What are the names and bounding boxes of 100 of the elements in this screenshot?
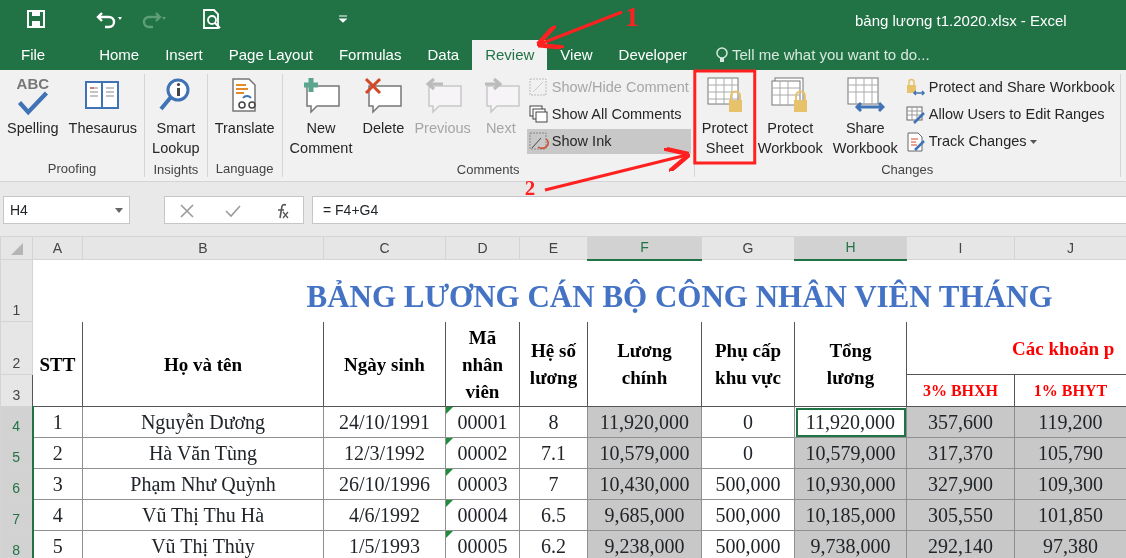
- ribbon-tab[interactable]: Insert: [152, 40, 216, 70]
- table-cell: 2: [32, 437, 83, 469]
- group-label: Comments: [455, 161, 521, 178]
- table-cell: 305,550: [906, 499, 1015, 531]
- column-header[interactable]: E: [519, 236, 588, 260]
- table-cell: 11,920,000: [794, 406, 907, 438]
- ribbon-button[interactable]: Show All Comments: [526, 102, 691, 127]
- ribbon-tab[interactable]: Data: [414, 40, 473, 70]
- save-icon: [26, 9, 46, 29]
- table-cell: 7.1: [519, 437, 588, 469]
- table-cell: 4/6/1992: [323, 499, 446, 531]
- formula-field[interactable]: = F4+G4: [312, 196, 1126, 224]
- table-cell: 357,600: [906, 406, 1015, 438]
- group-label: Language: [214, 160, 275, 177]
- table-cell: Hà Văn Tùng: [82, 437, 324, 469]
- table-cell: 7: [519, 468, 588, 500]
- header-cell: Phụ cấp khu vực: [701, 321, 795, 407]
- column-header[interactable]: C: [323, 236, 446, 260]
- ribbon-tab[interactable]: File: [8, 40, 59, 70]
- ribbon-tab[interactable]: Developer: [605, 40, 700, 70]
- ribbon-button[interactable]: Smart Lookup: [148, 74, 204, 160]
- ribbon-tab[interactable]: Formulas: [325, 40, 415, 70]
- table-cell: 109,300: [1014, 468, 1126, 500]
- table-cell: 4: [32, 499, 83, 531]
- table-cell: 00002: [445, 437, 520, 469]
- ribbon-button[interactable]: Delete: [358, 74, 409, 160]
- table-cell: 9,738,000: [794, 530, 907, 558]
- ribbon-button[interactable]: ABC Spelling: [3, 74, 63, 159]
- header-cell: 3% BHXH: [906, 374, 1015, 407]
- row-header[interactable]: 5: [0, 437, 33, 469]
- table-cell: 10,579,000: [587, 437, 702, 469]
- table-cell: 327,900: [906, 468, 1015, 500]
- row-header[interactable]: 2: [0, 321, 33, 375]
- ribbon-button[interactable]: Thesaurus: [64, 74, 142, 159]
- table-cell: 0: [701, 406, 795, 438]
- table-cell: 1: [32, 406, 83, 438]
- undo-icon: [96, 9, 124, 29]
- ribbon-button[interactable]: Translate: [210, 74, 279, 159]
- header-cell: Lương chính: [587, 321, 702, 407]
- column-header[interactable]: H: [794, 236, 907, 260]
- ribbon-button[interactable]: Protect Workbook: [753, 74, 827, 160]
- cancel-button[interactable]: [179, 201, 196, 219]
- column-header[interactable]: G: [701, 236, 795, 260]
- window-title: bảng lương t1.2020.xlsx - Excel: [855, 11, 1067, 31]
- table-cell: 00003: [445, 468, 520, 500]
- column-header[interactable]: J: [1014, 236, 1126, 260]
- header-cell: Hệ số lương: [519, 321, 588, 407]
- table-cell: 10,185,000: [794, 499, 907, 531]
- row-header[interactable]: 7: [0, 499, 33, 531]
- table-cell: 10,579,000: [794, 437, 907, 469]
- table-cell: 9,238,000: [587, 530, 702, 558]
- column-header[interactable]: D: [445, 236, 520, 260]
- comment-toggle-icon: [528, 77, 549, 98]
- table-cell: 26/10/1996: [323, 468, 446, 500]
- row-header[interactable]: 4: [0, 406, 33, 438]
- table-cell: 97,380: [1014, 530, 1126, 558]
- dropdown-icon: [338, 15, 348, 23]
- ribbon-button[interactable]: Protect Sheet: [697, 74, 752, 160]
- table-cell: 3: [32, 468, 83, 500]
- ribbon-button[interactable]: Show Ink: [526, 129, 691, 154]
- redo-icon: [140, 9, 168, 29]
- ribbon-tab[interactable]: View: [547, 40, 606, 70]
- ribbon-button[interactable]: Track Changes: [903, 129, 1117, 154]
- corner-triangle-icon: [10, 242, 23, 255]
- grid-pencil-icon: [905, 104, 926, 125]
- ribbon-button[interactable]: Allow Users to Edit Ranges: [903, 102, 1117, 127]
- header-cell: Họ và tên: [82, 321, 324, 407]
- select-all-corner[interactable]: [0, 236, 33, 260]
- row-header[interactable]: 1: [0, 259, 33, 322]
- table-cell: 119,200: [1014, 406, 1126, 438]
- ink-pen-icon: [528, 131, 549, 152]
- ribbon-button[interactable]: Protect and Share Workbook: [903, 75, 1117, 100]
- tell-me-field[interactable]: Tell me what you want to do...: [715, 40, 930, 70]
- ribbon-tab[interactable]: Page Layout: [215, 40, 326, 70]
- table-cell: 0: [701, 437, 795, 469]
- ribbon-tab[interactable]: Home: [86, 40, 153, 70]
- table-cell: 8: [519, 406, 588, 438]
- row-header[interactable]: 6: [0, 468, 33, 500]
- ribbon-tab[interactable]: Review: [472, 40, 548, 70]
- table-cell: 101,850: [1014, 499, 1126, 531]
- column-header[interactable]: F: [587, 236, 702, 260]
- header-cell: Ngày sinh: [323, 321, 446, 407]
- table-cell: 00001: [445, 406, 520, 438]
- group-label: Insights: [152, 161, 200, 178]
- lock-arrows-icon: [905, 77, 926, 98]
- column-header[interactable]: B: [82, 236, 324, 260]
- table-cell: 317,370: [906, 437, 1015, 469]
- name-box[interactable]: H4: [3, 196, 130, 224]
- ribbon-button[interactable]: New Comment: [285, 74, 357, 160]
- row-header[interactable]: 8: [0, 530, 33, 558]
- table-cell: 105,790: [1014, 437, 1126, 469]
- group-label: Proofing: [46, 160, 98, 177]
- column-header[interactable]: A: [32, 236, 83, 260]
- table-cell: Nguyễn Dương: [82, 406, 324, 438]
- table-cell: 6.5: [519, 499, 588, 531]
- print-preview-icon: [202, 9, 222, 29]
- ribbon-button[interactable]: Share Workbook: [828, 74, 902, 160]
- column-header[interactable]: I: [906, 236, 1015, 260]
- row-header[interactable]: 3: [0, 374, 33, 407]
- table-cell: 500,000: [701, 468, 795, 500]
